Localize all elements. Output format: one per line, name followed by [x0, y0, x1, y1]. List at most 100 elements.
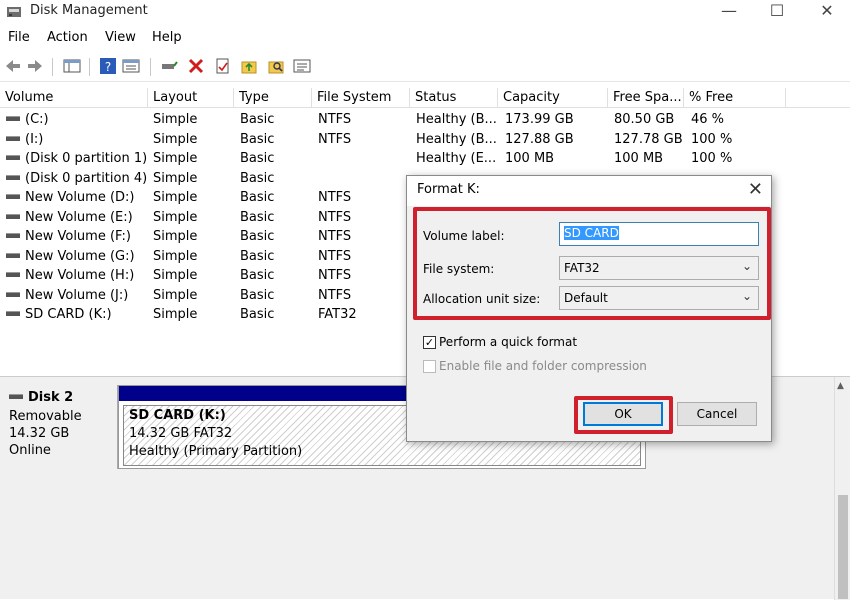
- volume-icon: [6, 135, 20, 141]
- cell-file-system: NTFS: [318, 268, 352, 283]
- close-window-button[interactable]: ✕: [804, 0, 850, 26]
- cell-layout: Simple: [153, 268, 198, 283]
- disk-info[interactable]: Disk 2 Removable 14.32 GB Online: [0, 385, 118, 469]
- cancel-button[interactable]: Cancel: [677, 402, 757, 426]
- volume-name: New Volume (E:): [25, 209, 133, 225]
- volume-icon: [6, 174, 20, 180]
- col-free-space[interactable]: Free Spa...: [608, 88, 684, 108]
- settings-list-icon[interactable]: [293, 57, 311, 75]
- col-status[interactable]: Status: [410, 88, 498, 108]
- cell-volume: (Disk 0 partition 4): [6, 169, 147, 188]
- quick-format-checkbox[interactable]: ✓: [423, 336, 436, 349]
- cell-file-system: NTFS: [318, 209, 352, 225]
- col-type[interactable]: Type: [234, 88, 312, 108]
- cell-volume: (Disk 0 partition 1): [6, 149, 147, 168]
- cell-file-system: NTFS: [318, 190, 352, 205]
- volume-icon: [6, 311, 20, 316]
- disk-icon: [9, 394, 23, 399]
- volume-icon: [6, 272, 20, 277]
- cell-status: Healthy (B...: [416, 131, 497, 147]
- cell-type: Basic: [240, 170, 275, 186]
- cell-status: Healthy (E...: [416, 151, 497, 166]
- toolbar-separator: [52, 58, 53, 76]
- cell-volume: (C:): [6, 110, 49, 129]
- col-volume[interactable]: Volume: [0, 88, 148, 108]
- dialog-title: Format K:: [417, 182, 480, 197]
- cell-volume: SD CARD (K:): [6, 305, 112, 324]
- volume-name: New Volume (F:): [25, 229, 131, 244]
- window-title: Disk Management: [30, 3, 148, 18]
- disk-state: Online: [9, 443, 51, 458]
- volume-name: New Volume (H:): [25, 268, 135, 283]
- cell-file-system: NTFS: [318, 287, 352, 303]
- cell-type: Basic: [240, 268, 275, 283]
- cell-percent-free: 100 %: [691, 131, 733, 147]
- disk-name: Disk 2: [9, 390, 73, 405]
- table-row[interactable]: (Disk 0 partition 1) Simple Basic Healthy (…: [0, 149, 850, 169]
- minimize-button[interactable]: —: [706, 0, 752, 26]
- col-layout[interactable]: Layout: [148, 88, 234, 108]
- cell-percent-free: 100 %: [691, 151, 733, 166]
- cell-volume: New Volume (H:): [6, 266, 134, 285]
- disk-size: 14.32 GB: [9, 426, 70, 441]
- volume-name: New Volume (D:): [25, 190, 135, 205]
- connect-disk-icon[interactable]: [160, 57, 178, 75]
- scroll-up-icon[interactable]: ▲: [837, 381, 844, 391]
- volume-name: New Volume (G:): [25, 248, 135, 264]
- cell-layout: Simple: [153, 190, 198, 205]
- col-percent-free[interactable]: % Free: [684, 88, 786, 108]
- folder-up-icon[interactable]: [240, 57, 258, 75]
- table-row[interactable]: (I:) Simple Basic NTFS Healthy (B... 127.88 G…: [0, 130, 850, 150]
- cell-type: Basic: [240, 248, 275, 264]
- toolbar-separator: [150, 58, 151, 76]
- volume-name: SD CARD (K:): [25, 307, 112, 322]
- cell-type: Basic: [240, 307, 275, 322]
- cell-layout: Simple: [153, 112, 198, 127]
- compression-checkbox[interactable]: [423, 360, 436, 373]
- cell-volume: New Volume (E:): [6, 208, 133, 227]
- disk-management-icon: [7, 7, 21, 17]
- console-tree-icon[interactable]: [63, 57, 81, 75]
- volume-name: New Volume (J:): [25, 287, 129, 303]
- volume-icon: [6, 233, 20, 238]
- quick-format-label[interactable]: Perform a quick format: [439, 335, 577, 349]
- cell-layout: Simple: [153, 170, 198, 186]
- cell-volume: New Volume (F:): [6, 227, 131, 246]
- search-folder-icon[interactable]: [267, 57, 285, 75]
- menu-help[interactable]: Help: [152, 30, 182, 45]
- cell-file-system: NTFS: [318, 229, 352, 244]
- dialog-close-button[interactable]: ✕: [748, 179, 763, 200]
- cell-file-system: NTFS: [318, 248, 352, 264]
- help-icon[interactable]: ?: [99, 57, 117, 75]
- menu-file[interactable]: File: [8, 30, 30, 45]
- col-capacity[interactable]: Capacity: [498, 88, 608, 108]
- cell-free-space: 80.50 GB: [614, 112, 675, 127]
- volume-name: (Disk 0 partition 1): [25, 151, 148, 166]
- cell-volume: New Volume (D:): [6, 188, 135, 207]
- disk-kind: Removable: [9, 409, 82, 424]
- cell-layout: Simple: [153, 248, 198, 264]
- col-file-system[interactable]: File System: [312, 88, 410, 108]
- volume-icon: [6, 155, 20, 160]
- back-arrow-icon[interactable]: [4, 57, 22, 75]
- cell-status: Healthy (B...: [416, 112, 497, 127]
- cell-layout: Simple: [153, 131, 198, 147]
- cell-file-system: NTFS: [318, 131, 352, 147]
- delete-icon[interactable]: [187, 57, 205, 75]
- title-bar: Disk Management — ☐ ✕: [0, 0, 850, 26]
- cell-capacity: 127.88 GB: [505, 131, 574, 147]
- forward-arrow-icon[interactable]: [26, 57, 44, 75]
- compression-label[interactable]: Enable file and folder compression: [439, 359, 647, 373]
- maximize-button[interactable]: ☐: [754, 0, 800, 26]
- cell-volume: New Volume (J:): [6, 286, 128, 305]
- scrollbar-thumb[interactable]: [838, 495, 848, 599]
- menu-view[interactable]: View: [105, 30, 136, 45]
- table-row[interactable]: (C:) Simple Basic NTFS Healthy (B... 173.99 G…: [0, 110, 850, 130]
- vertical-scrollbar[interactable]: ▲: [834, 377, 850, 600]
- svg-text:?: ?: [105, 60, 111, 74]
- view-list-icon[interactable]: [122, 57, 140, 75]
- cell-type: Basic: [240, 287, 275, 303]
- cell-type: Basic: [240, 131, 275, 147]
- menu-action[interactable]: Action: [47, 30, 88, 45]
- properties-icon[interactable]: [214, 57, 232, 75]
